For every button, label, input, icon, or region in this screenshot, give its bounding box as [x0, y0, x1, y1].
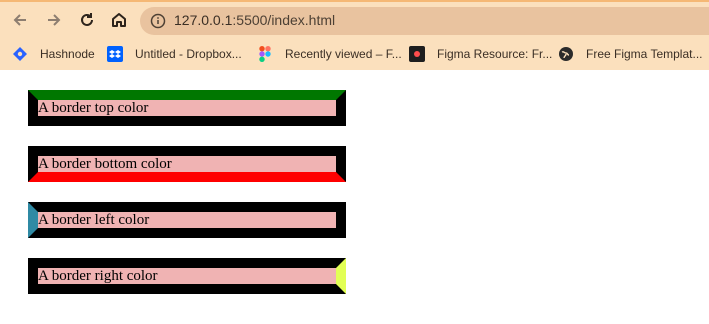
browser-toolbar: 127.0.0.1:5500/index.html	[0, 2, 709, 38]
page-content: A border top color A border bottom color…	[0, 70, 709, 324]
demo-text: A border right color	[38, 268, 158, 284]
bookmarks-bar: Hashnode Untitled - Dropbox... Recently …	[0, 38, 709, 70]
figma-resource-icon	[409, 46, 425, 62]
demo-text: A border bottom color	[38, 156, 172, 172]
figma-icon	[257, 46, 273, 62]
back-arrow-icon	[13, 14, 26, 26]
globe-icon	[558, 46, 574, 62]
bookmark-label: Hashnode	[40, 47, 95, 61]
reload-icon	[81, 13, 93, 26]
bookmark-hashnode[interactable]: Hashnode	[12, 44, 95, 64]
bookmark-label: Free Figma Templat...	[586, 47, 703, 61]
url-host: 127.0.0.1	[174, 12, 233, 28]
address-bar[interactable]: 127.0.0.1:5500/index.html	[140, 7, 709, 35]
border-bottom-demo: A border bottom color	[28, 146, 346, 182]
border-left-demo: A border left color	[28, 202, 346, 238]
bookmark-figma-resource[interactable]: Figma Resource: Fr...	[409, 44, 552, 64]
home-button[interactable]	[105, 6, 133, 34]
bookmark-dropbox[interactable]: Untitled - Dropbox...	[107, 44, 242, 64]
bookmark-figma-recent[interactable]: Recently viewed – F...	[257, 44, 402, 64]
demo-text: A border top color	[38, 100, 149, 116]
back-button[interactable]	[6, 6, 34, 34]
home-icon	[112, 13, 126, 27]
bookmark-label: Recently viewed – F...	[285, 47, 402, 61]
demo-text: A border left color	[38, 212, 150, 228]
url-path: :5500/index.html	[232, 12, 336, 28]
dropbox-icon	[107, 46, 123, 62]
border-right-demo: A border right color	[28, 258, 346, 294]
bookmark-free-figma[interactable]: Free Figma Templat...	[558, 44, 702, 64]
hashnode-icon	[12, 46, 28, 62]
reload-button[interactable]	[73, 6, 101, 34]
bookmark-label: Untitled - Dropbox...	[135, 47, 242, 61]
browser-chrome: 127.0.0.1:5500/index.html Hashnode Untit…	[0, 0, 709, 70]
border-top-demo: A border top color	[28, 90, 346, 126]
bookmark-label: Figma Resource: Fr...	[437, 47, 553, 61]
forward-arrow-icon	[48, 14, 61, 26]
info-icon[interactable]	[150, 13, 166, 29]
forward-button[interactable]	[40, 6, 68, 34]
url-text: 127.0.0.1:5500/index.html	[174, 12, 335, 28]
